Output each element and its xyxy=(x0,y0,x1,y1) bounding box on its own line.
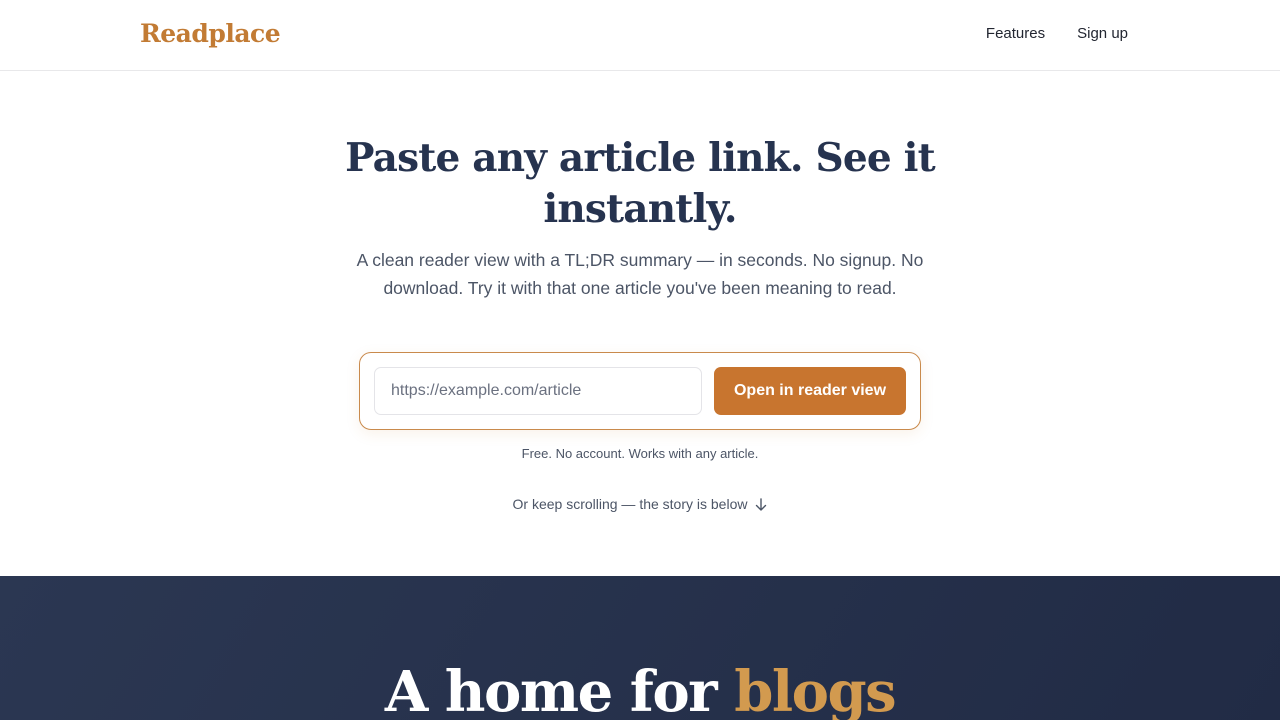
nav-signup-link[interactable]: Sign up xyxy=(1077,25,1128,42)
hero-section: Paste any article link. See it instantly… xyxy=(0,71,1280,576)
article-url-input[interactable] xyxy=(374,367,702,415)
open-reader-view-button[interactable]: Open in reader view xyxy=(714,367,906,415)
hero-subtitle: A clean reader view with a TL;DR summary… xyxy=(356,250,924,298)
article-url-form: Open in reader view xyxy=(359,352,921,430)
main-nav: Features Sign up xyxy=(986,25,1128,42)
nav-features-link[interactable]: Features xyxy=(986,25,1045,42)
site-header: Readplace Features Sign up xyxy=(0,0,1280,71)
arrow-down-icon xyxy=(755,498,767,515)
scroll-hint-text: Or keep scrolling — the story is below xyxy=(512,496,748,512)
story-title-prefix: A home for xyxy=(384,659,735,720)
hero-title: Paste any article link. See it instantly… xyxy=(345,135,936,232)
scroll-hint-link[interactable]: Or keep scrolling — the story is below xyxy=(0,496,1280,515)
logo[interactable]: Readplace xyxy=(140,19,281,48)
story-section: A home for blogs xyxy=(0,576,1280,720)
story-title: A home for blogs xyxy=(0,660,1280,720)
story-title-accent: blogs xyxy=(734,659,896,720)
form-note: Free. No account. Works with any article… xyxy=(521,446,759,461)
